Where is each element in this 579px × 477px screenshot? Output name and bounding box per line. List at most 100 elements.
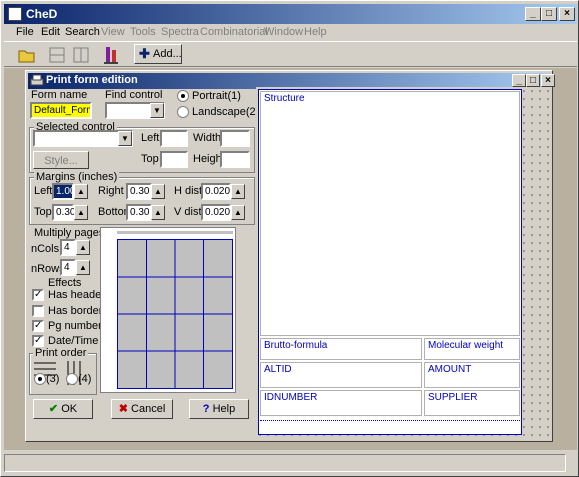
help-button-label: Help xyxy=(212,403,236,415)
margins-label: Margins (inches) xyxy=(34,171,120,183)
margin-top-input[interactable]: 0.30 xyxy=(52,204,75,221)
top-label: Top xyxy=(141,153,159,165)
form-name-input[interactable]: Default_Form xyxy=(30,102,92,119)
landscape-radio[interactable] xyxy=(177,106,189,118)
effects-label: Effects xyxy=(48,277,82,289)
printer-icon xyxy=(30,74,44,86)
margin-right-input[interactable]: 0.30 xyxy=(126,183,152,200)
app-title-bar[interactable]: CheD _ □ × xyxy=(4,4,577,24)
help-icon: ? xyxy=(202,403,210,415)
control-top-input[interactable] xyxy=(160,151,188,168)
menu-file[interactable]: File xyxy=(16,26,34,38)
field-brutto-formula[interactable]: Brutto-formula xyxy=(260,338,422,360)
portrait-radio[interactable] xyxy=(177,90,189,102)
status-panel xyxy=(4,454,566,472)
field-idnumber[interactable]: IDNUMBER xyxy=(260,390,422,416)
preview-page-grid xyxy=(117,239,233,389)
style-button-label: Style... xyxy=(44,155,78,167)
menu-combinatorial[interactable]: Combinatorial xyxy=(200,26,268,38)
status-bar xyxy=(4,453,577,472)
has-header-checkbox[interactable]: ✓ xyxy=(32,289,44,301)
date-time-label: Date/Time xyxy=(48,335,99,347)
menu-tools[interactable]: Tools xyxy=(130,26,156,38)
help-button[interactable]: ? Help xyxy=(189,399,249,419)
app-title: CheD xyxy=(26,7,58,21)
field-altid[interactable]: ALTID xyxy=(260,362,422,388)
has-border-checkbox[interactable] xyxy=(32,305,44,317)
print-order-4-label: (4) xyxy=(78,373,92,385)
multiply-pages-label: Multiply pages xyxy=(34,227,105,239)
margin-left-spinner[interactable]: ▲ xyxy=(74,184,88,199)
hdist-input[interactable]: 0.020 xyxy=(201,183,231,200)
style-button[interactable]: Style... xyxy=(33,151,89,169)
has-header-label: Has header xyxy=(48,289,105,301)
vdist-input[interactable]: 0.020 xyxy=(201,204,231,221)
margin-right-spinner[interactable]: ▲ xyxy=(151,184,165,199)
form-footer-line xyxy=(260,420,520,430)
print-order-4-radio[interactable] xyxy=(66,373,78,385)
plus-icon: ✚ xyxy=(139,46,150,61)
control-height-input[interactable] xyxy=(220,151,250,168)
print-order-3-label: (3) xyxy=(46,373,60,385)
menu-view[interactable]: View xyxy=(101,26,125,38)
margin-bottom-input[interactable]: 0.30 xyxy=(126,204,152,221)
nrows-spinner[interactable]: ▲ xyxy=(76,260,90,275)
menu-spectra[interactable]: Spectra xyxy=(161,26,199,38)
pg-numbers-checkbox[interactable]: ✓ xyxy=(32,320,44,332)
form-name-label: Form name xyxy=(31,89,88,101)
margin-left-input[interactable]: 1.00 xyxy=(52,183,75,200)
folder-open-icon[interactable] xyxy=(16,44,38,66)
check-icon: ✔ xyxy=(48,403,59,415)
ok-button-label: OK xyxy=(61,403,78,415)
form-page: Structure Brutto-formula Molecular weigh… xyxy=(258,89,522,435)
dialog-minimize-button[interactable]: _ xyxy=(512,74,526,87)
chevron-down-icon[interactable]: ▼ xyxy=(150,103,164,118)
ncols-spinner[interactable]: ▲ xyxy=(76,240,90,255)
page-preview xyxy=(100,227,236,393)
menu-help[interactable]: Help xyxy=(304,26,327,38)
ok-button[interactable]: ✔ OK xyxy=(33,399,93,419)
vdist-spinner[interactable]: ▲ xyxy=(231,205,245,220)
margin-top-label: Top xyxy=(34,206,52,218)
print-order-3-radio[interactable] xyxy=(34,373,46,385)
horizontal-split-icon[interactable] xyxy=(46,44,68,66)
ncols-input[interactable]: 4 xyxy=(60,239,76,256)
field-molecular-weight[interactable]: Molecular weight xyxy=(424,338,520,360)
left-label: Left xyxy=(141,132,160,144)
minimize-button[interactable]: _ xyxy=(525,7,541,21)
margin-top-spinner[interactable]: ▲ xyxy=(74,205,88,220)
add-button[interactable]: ✚ Add... xyxy=(134,44,182,64)
hdist-spinner[interactable]: ▲ xyxy=(231,184,245,199)
margin-left-label: Left xyxy=(34,185,53,197)
control-left-input[interactable] xyxy=(160,130,188,147)
field-supplier[interactable]: SUPPLIER xyxy=(424,390,520,416)
vdist-label: V dist. xyxy=(174,206,205,218)
cancel-button[interactable]: ✖ Cancel xyxy=(111,399,173,419)
dialog-title: Print form edition xyxy=(46,74,138,86)
menu-window[interactable]: Window xyxy=(264,26,303,38)
form-design-area: Structure Brutto-formula Molecular weigh… xyxy=(256,87,552,441)
add-button-label: Add... xyxy=(153,48,182,60)
dialog-close-button[interactable]: × xyxy=(541,74,555,87)
close-button[interactable]: × xyxy=(559,7,575,21)
close-icon: ✖ xyxy=(118,403,128,415)
nrows-input[interactable]: 4 xyxy=(60,259,76,276)
cancel-button-label: Cancel xyxy=(131,403,166,415)
flask-icon[interactable] xyxy=(100,44,122,66)
field-structure[interactable]: Structure xyxy=(260,91,520,336)
toolbar: ✚ Add... xyxy=(4,41,577,67)
control-width-input[interactable] xyxy=(220,130,250,147)
field-amount[interactable]: AMOUNT xyxy=(424,362,520,388)
ncols-label: nCols xyxy=(31,243,60,255)
print-order-label: Print order xyxy=(33,347,89,359)
width-label: Width xyxy=(193,132,222,144)
app-icon xyxy=(8,7,22,21)
date-time-checkbox[interactable]: ✓ xyxy=(32,335,44,347)
chevron-down-icon[interactable]: ▼ xyxy=(118,131,132,146)
menu-search[interactable]: Search xyxy=(65,26,100,38)
maximize-button[interactable]: □ xyxy=(541,7,557,21)
menu-edit[interactable]: Edit xyxy=(41,26,60,38)
dialog-maximize-button[interactable]: □ xyxy=(526,74,540,87)
vertical-split-icon[interactable] xyxy=(70,44,92,66)
margin-bottom-spinner[interactable]: ▲ xyxy=(151,205,165,220)
